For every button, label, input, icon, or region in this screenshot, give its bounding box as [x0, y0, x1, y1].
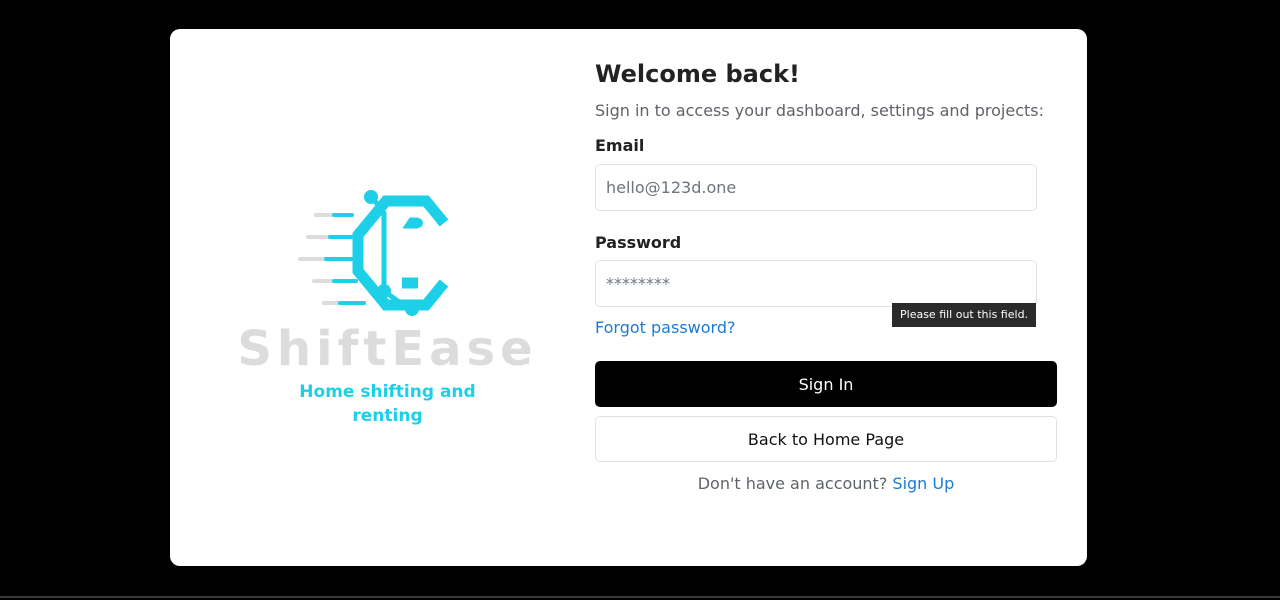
- shiftease-logo-icon: [298, 190, 449, 316]
- password-label: Password: [595, 233, 682, 252]
- signup-row: Don't have an account? Sign Up: [595, 474, 1057, 493]
- sign-in-button[interactable]: Sign In: [595, 361, 1057, 407]
- login-card: ShiftEase Home shifting and renting Welc…: [170, 29, 1087, 566]
- login-form: Welcome back! Sign in to access your das…: [595, 29, 1087, 566]
- bottom-divider: [0, 596, 1280, 598]
- email-field[interactable]: [595, 164, 1037, 211]
- email-label: Email: [595, 136, 645, 155]
- page-subtitle: Sign in to access your dashboard, settin…: [595, 101, 1045, 120]
- validation-tooltip: Please fill out this field.: [892, 303, 1037, 327]
- brand-tagline: Home shifting and renting: [299, 382, 476, 426]
- forgot-password-link[interactable]: Forgot password?: [595, 318, 735, 337]
- brand-panel: ShiftEase Home shifting and renting: [170, 29, 595, 566]
- back-to-home-button[interactable]: Back to Home Page: [595, 416, 1057, 462]
- sign-up-link[interactable]: Sign Up: [892, 474, 954, 493]
- page-title: Welcome back!: [595, 60, 800, 88]
- login-page: ShiftEase Home shifting and renting Welc…: [0, 0, 1280, 600]
- brand-name: ShiftEase: [237, 321, 538, 377]
- signup-prompt: Don't have an account?: [697, 474, 888, 493]
- password-field[interactable]: [595, 260, 1037, 307]
